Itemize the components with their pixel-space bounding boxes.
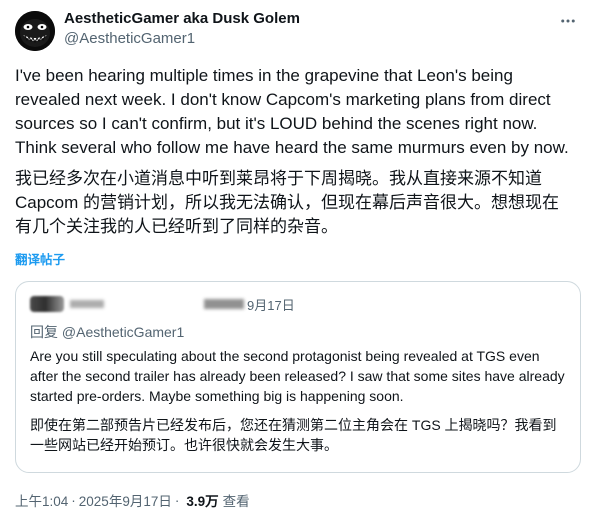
post-time[interactable]: 上午1:04: [15, 490, 68, 510]
quoted-text-chinese: 即使在第二部预告片已经发布后，您还在猜测第二位主角会在 TGS 上揭晓吗？我看到…: [30, 417, 557, 453]
quoted-post-header: 9月17日: [30, 294, 295, 314]
meta-separator: ·: [71, 492, 76, 508]
quoted-reply-to: 回复 @AestheticGamer1: [30, 324, 185, 340]
post-text-chinese: 我已经多次在小道消息中听到莱昂将于下周揭晓。我从直接来源不知道 Capcom 的…: [15, 169, 560, 236]
quoted-post-date[interactable]: 9月17日: [247, 295, 295, 314]
more-horizontal-icon[interactable]: [557, 10, 579, 32]
post-date[interactable]: 2025年9月17日: [79, 490, 172, 510]
quoted-post[interactable]: 9月17日 回复 @AestheticGamer1 Are you still …: [15, 281, 581, 473]
quoted-author-handle-redacted: [204, 299, 244, 309]
quoted-author-avatar-redacted[interactable]: [30, 296, 64, 312]
quoted-post-body: Are you still speculating about the seco…: [30, 346, 570, 455]
author-display-name[interactable]: AestheticGamer aka Dusk Golem: [64, 10, 300, 28]
author-block: AestheticGamer aka Dusk Golem @Aesthetic…: [64, 10, 300, 48]
translate-post-link[interactable]: 翻译帖子: [15, 249, 65, 268]
views-count: 3.9万: [186, 494, 219, 509]
post-text-english: I've been hearing multiple times in the …: [15, 66, 569, 157]
quoted-text-english: Are you still speculating about the seco…: [30, 348, 565, 404]
post-metadata: 上午1:04 · 2025年9月17日 · 3.9万 查看: [15, 490, 250, 510]
meta-separator: ·: [174, 492, 180, 508]
demon-face-icon: [15, 11, 55, 51]
post-body: I've been hearing multiple times in the …: [15, 64, 575, 239]
author-avatar[interactable]: [15, 11, 55, 51]
views-label: 查看: [222, 494, 250, 509]
author-handle[interactable]: @AestheticGamer1: [64, 29, 300, 48]
post-card: AestheticGamer aka Dusk Golem @Aesthetic…: [0, 0, 595, 518]
quoted-author-name-redacted: [70, 300, 104, 308]
